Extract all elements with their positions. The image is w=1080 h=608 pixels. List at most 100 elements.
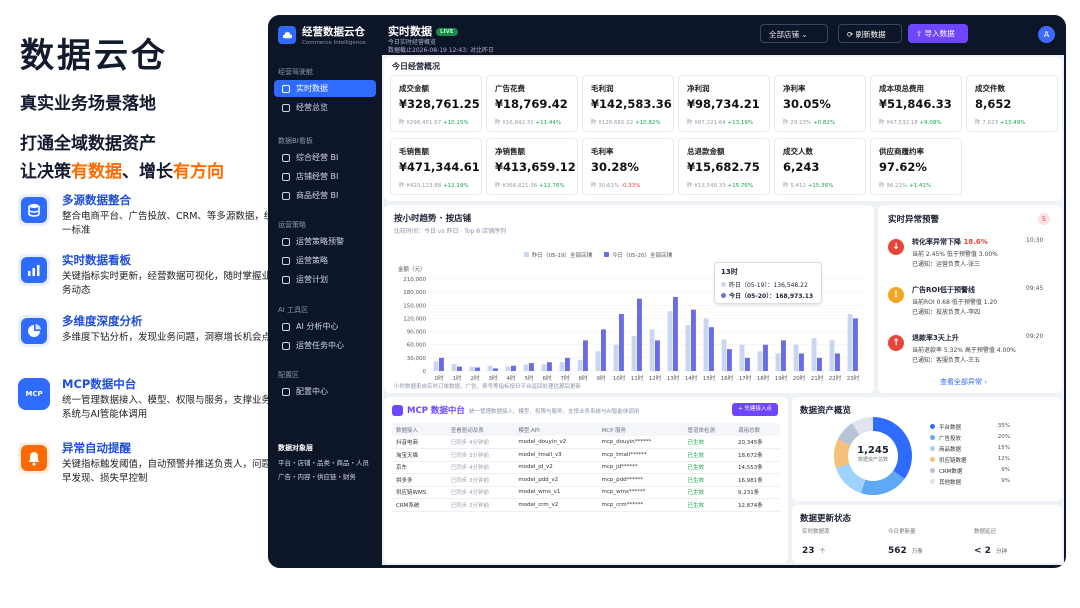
feature-desc: 关键指标触发阈值，自动预警并推送负责人，问题早发现、损失早控制 [62,459,272,484]
table-row[interactable]: 供应链WMS 已同步 4分钟前 model_wms_v1 mcp_wms****** 已… [392,486,780,499]
alert-item[interactable]: ↓ 转化率异常下降 18.6% 10:30 当前 2.45% 低于预警值 3.00% 已… [886,237,1043,271]
table-row[interactable]: 京东 已同步 4分钟前 model_jd_v2 mcp_jd****** 已生效 14,5… [392,461,780,474]
sidebar-item[interactable]: 运营策略预警 [274,233,376,250]
sidebar-item-label: AI 分析中心 [296,322,339,331]
bar [685,325,691,371]
table-cell: 14,553条 [733,461,780,474]
kpi-card[interactable]: 净利润 ¥98,734.21 昨 ¥87,221.64 +13.19% [678,75,770,132]
alert-title: 转化率异常下降 18.6% [912,238,988,246]
bar [649,329,655,371]
kpi-card[interactable]: 毛利率 30.28% 昨 30.61% -0.33% [582,138,674,195]
kpi-card[interactable]: 成本项总费用 ¥51,846.33 昨 ¥47,532.18 +9.08% [870,75,962,132]
table-cell: CRM系统 [392,498,447,512]
legend-item: 其他数据 9% [930,478,1010,486]
table-cell: 9,231条 [733,486,780,499]
kpi-compare: 昨 ¥298,451.67 +10.15% [399,120,469,126]
sidebar-item[interactable]: 店铺经营 BI [274,168,376,185]
sidebar-item[interactable]: 商品经营 BI [274,187,376,204]
main-content: 今日经营概况 成交金额 ¥328,761.25 昨 ¥298,451.67 +10.… [382,55,1064,565]
sidebar-item-label: 运营计划 [296,275,328,284]
nav-icon [282,256,290,265]
kpi-card[interactable]: 成交件数 8,652 昨 7,623 +13.49% [966,75,1058,132]
table-cell: 已同步 3分钟前 [446,473,515,487]
sidebar-item[interactable]: 实时数据 [274,80,376,97]
table-row[interactable]: 拼多多 已同步 3分钟前 model_pdd_v2 mcp_pdd****** 已生效 1… [392,473,780,487]
alert-item[interactable]: ! 广告ROI低于预警线 09:45 当前ROI 0.68 低于预警值 1.20 已通… [886,285,1044,319]
table-row[interactable]: CRM系统 已同步 3分钟前 model_crm_v2 mcp_crm****** 已生… [392,498,780,512]
mcp-card: MCP 数据中台 统一管理数据接入、模型、权限与服务，支撑业务系统与AI智能体调… [384,397,788,563]
chart-tooltip: 13时 昨日（05-19）：136,548.22 今日（05-20）：168,9… [714,262,822,304]
import-button[interactable]: ⇧ 导入数据 [908,24,968,43]
store-select[interactable]: 全部店铺 ⌄ [760,24,828,43]
x-tick-label: 1时 [453,374,462,382]
sidebar-item[interactable]: 配置中心 [274,383,376,400]
sidebar-item[interactable]: 运营策略 [274,252,376,269]
kpi-label: 广告花费 [495,84,525,93]
add-access-point-button[interactable]: + 先建接入点 [732,403,778,416]
kpi-card[interactable]: 净销售额 ¥413,659.12 昨 ¥366,821.36 +12.76% [486,138,578,195]
sidebar-item[interactable]: 运营计划 [274,271,376,288]
sidebar-item[interactable]: 经营总览 [274,99,376,116]
kpi-card[interactable]: 成交人数 6,243 昨 5,412 +15.36% [774,138,866,195]
kpi-card[interactable]: 总退款金额 ¥15,682.75 昨 ¥13,548.33 +15.76% [678,138,770,195]
kpi-card[interactable]: 毛利润 ¥142,583.36 昨 ¥128,665.22 +10.82% [582,75,674,132]
legend-swatch [930,424,935,429]
avatar[interactable]: A [1038,26,1055,43]
alert-time: 09:45 [1026,285,1044,292]
kpi-card[interactable]: 净利率 30.05% 昨 29.23% +0.82% [774,75,866,132]
kpi-card[interactable]: 广告花费 ¥18,769.42 昨 ¥16,842.31 +11.44% [486,75,578,132]
donut-slice [852,417,874,436]
x-tick-label: 6时 [543,374,552,382]
table-cell: 京东 [392,461,447,474]
bar [439,357,444,371]
overview-card: 今日经营概况 成交金额 ¥328,761.25 昨 ¥298,451.67 +10.… [384,57,1062,201]
legend-label: 其他数据 [939,480,962,486]
sidebar-item[interactable]: AI 分析中心 [274,318,376,335]
kpi-compare: 昨 ¥128,665.22 +10.82% [591,120,661,126]
sidebar-item[interactable]: 运营任务中心 [274,337,376,354]
table-row[interactable]: 抖音电商 已同步 4分钟前 model_douyin_v2 mcp_douyin***… [392,436,780,449]
feature-item: 多源数据整合 整合电商平台、广告投放、CRM、等多源数据，统一标准 [18,192,273,242]
assets-card: 数据资产概览 1,245 数据资产总数 平台数据 35% 广告投放 20% 商品数据 15… [792,397,1062,501]
feature-desc: 统一管理数据接入、模型、权限与服务，支撑业务系统与AI管能体调用 [62,395,272,420]
table-cell: model_tmall_v3 [514,448,598,462]
kpi-card[interactable]: 供应商履约率 97.62% 昨 96.21% +1.41% [870,138,962,195]
update-status-title: 数据更新状态 [800,514,852,524]
bar [781,340,786,371]
table-header: 数据接入 查看驱动及表 模型 API MCP 服务 管道体检测 调用总数 [392,423,780,436]
mcp-desc: 统一管理数据接入、模型、权限与服务，支撑业务系统与AI智能体调用 [469,409,640,415]
kpi-card[interactable]: 毛销售额 ¥471,344.61 昨 ¥420,123.88 +12.19% [390,138,482,195]
alert-item[interactable]: ↑ 退款率3天上升 09:20 当前退款率 5.32% 高于预警值 4.00% 已通知… [886,333,1043,367]
kpi-compare: 昨 29.23% +0.82% [783,120,836,126]
kpi-label: 毛利率 [591,147,614,156]
bar [763,344,768,371]
legend-swatch [930,446,935,451]
sidebar: 经营数据云仓 Commerce Intelligence 经营驾驶舱 实时数据 经营… [268,15,380,568]
y-tick-label: 210,000 [403,277,426,283]
bar [829,340,835,371]
x-tick-label: 15时 [703,374,716,382]
nav-section-ai: AI 工具区 [278,306,309,314]
kpi-card[interactable]: 成交金额 ¥328,761.25 昨 ¥298,451.67 +10.15% [390,75,482,132]
table-cell: model_douyin_v2 [514,436,598,449]
feature-title: 实时数据看板 [62,253,131,267]
nav-icon [282,322,290,331]
app-logo: 经营数据云仓 Commerce Intelligence [278,24,366,46]
trend-card: 按小时趋势 · 按店铺 比较时间：今日 vs 昨日 · Top 8 店铺序列 金… [384,205,874,393]
feature-item: MCP MCP数据中台 统一管理数据接入、模型、权限与服务，支撑业务系统与AI管能体… [18,376,271,426]
view-all-alerts-link[interactable]: 查看全部异常 › [940,377,987,387]
table-cell: mcp_jd****** [597,461,684,474]
x-tick-label: 22时 [829,374,842,382]
legend-item: 广告投放 20% [930,434,1010,442]
bar [739,344,745,371]
app-name: 经营数据云仓 [302,26,365,38]
promo-panel: 数据云仓 真实业务场景落地 打通全域数据资产 让决策有数据、增长有方向 [0,0,270,608]
bar [667,311,673,371]
feature-item: 异常自动提醒 关键指标触发阈值，自动预警并推送负责人，问题早发现、损失早控制 [18,440,271,490]
refresh-button[interactable]: ⟳ 刷新数据 [838,24,902,43]
sidebar-item[interactable]: 综合经营 BI [274,149,376,166]
table-row[interactable]: 淘宝天猫 已同步 3分钟前 model_tmall_v3 mcp_tmall*****… [392,448,780,462]
bar [601,329,606,371]
pie-chart-icon [18,315,50,347]
column-header: 数据接入 [392,423,447,436]
